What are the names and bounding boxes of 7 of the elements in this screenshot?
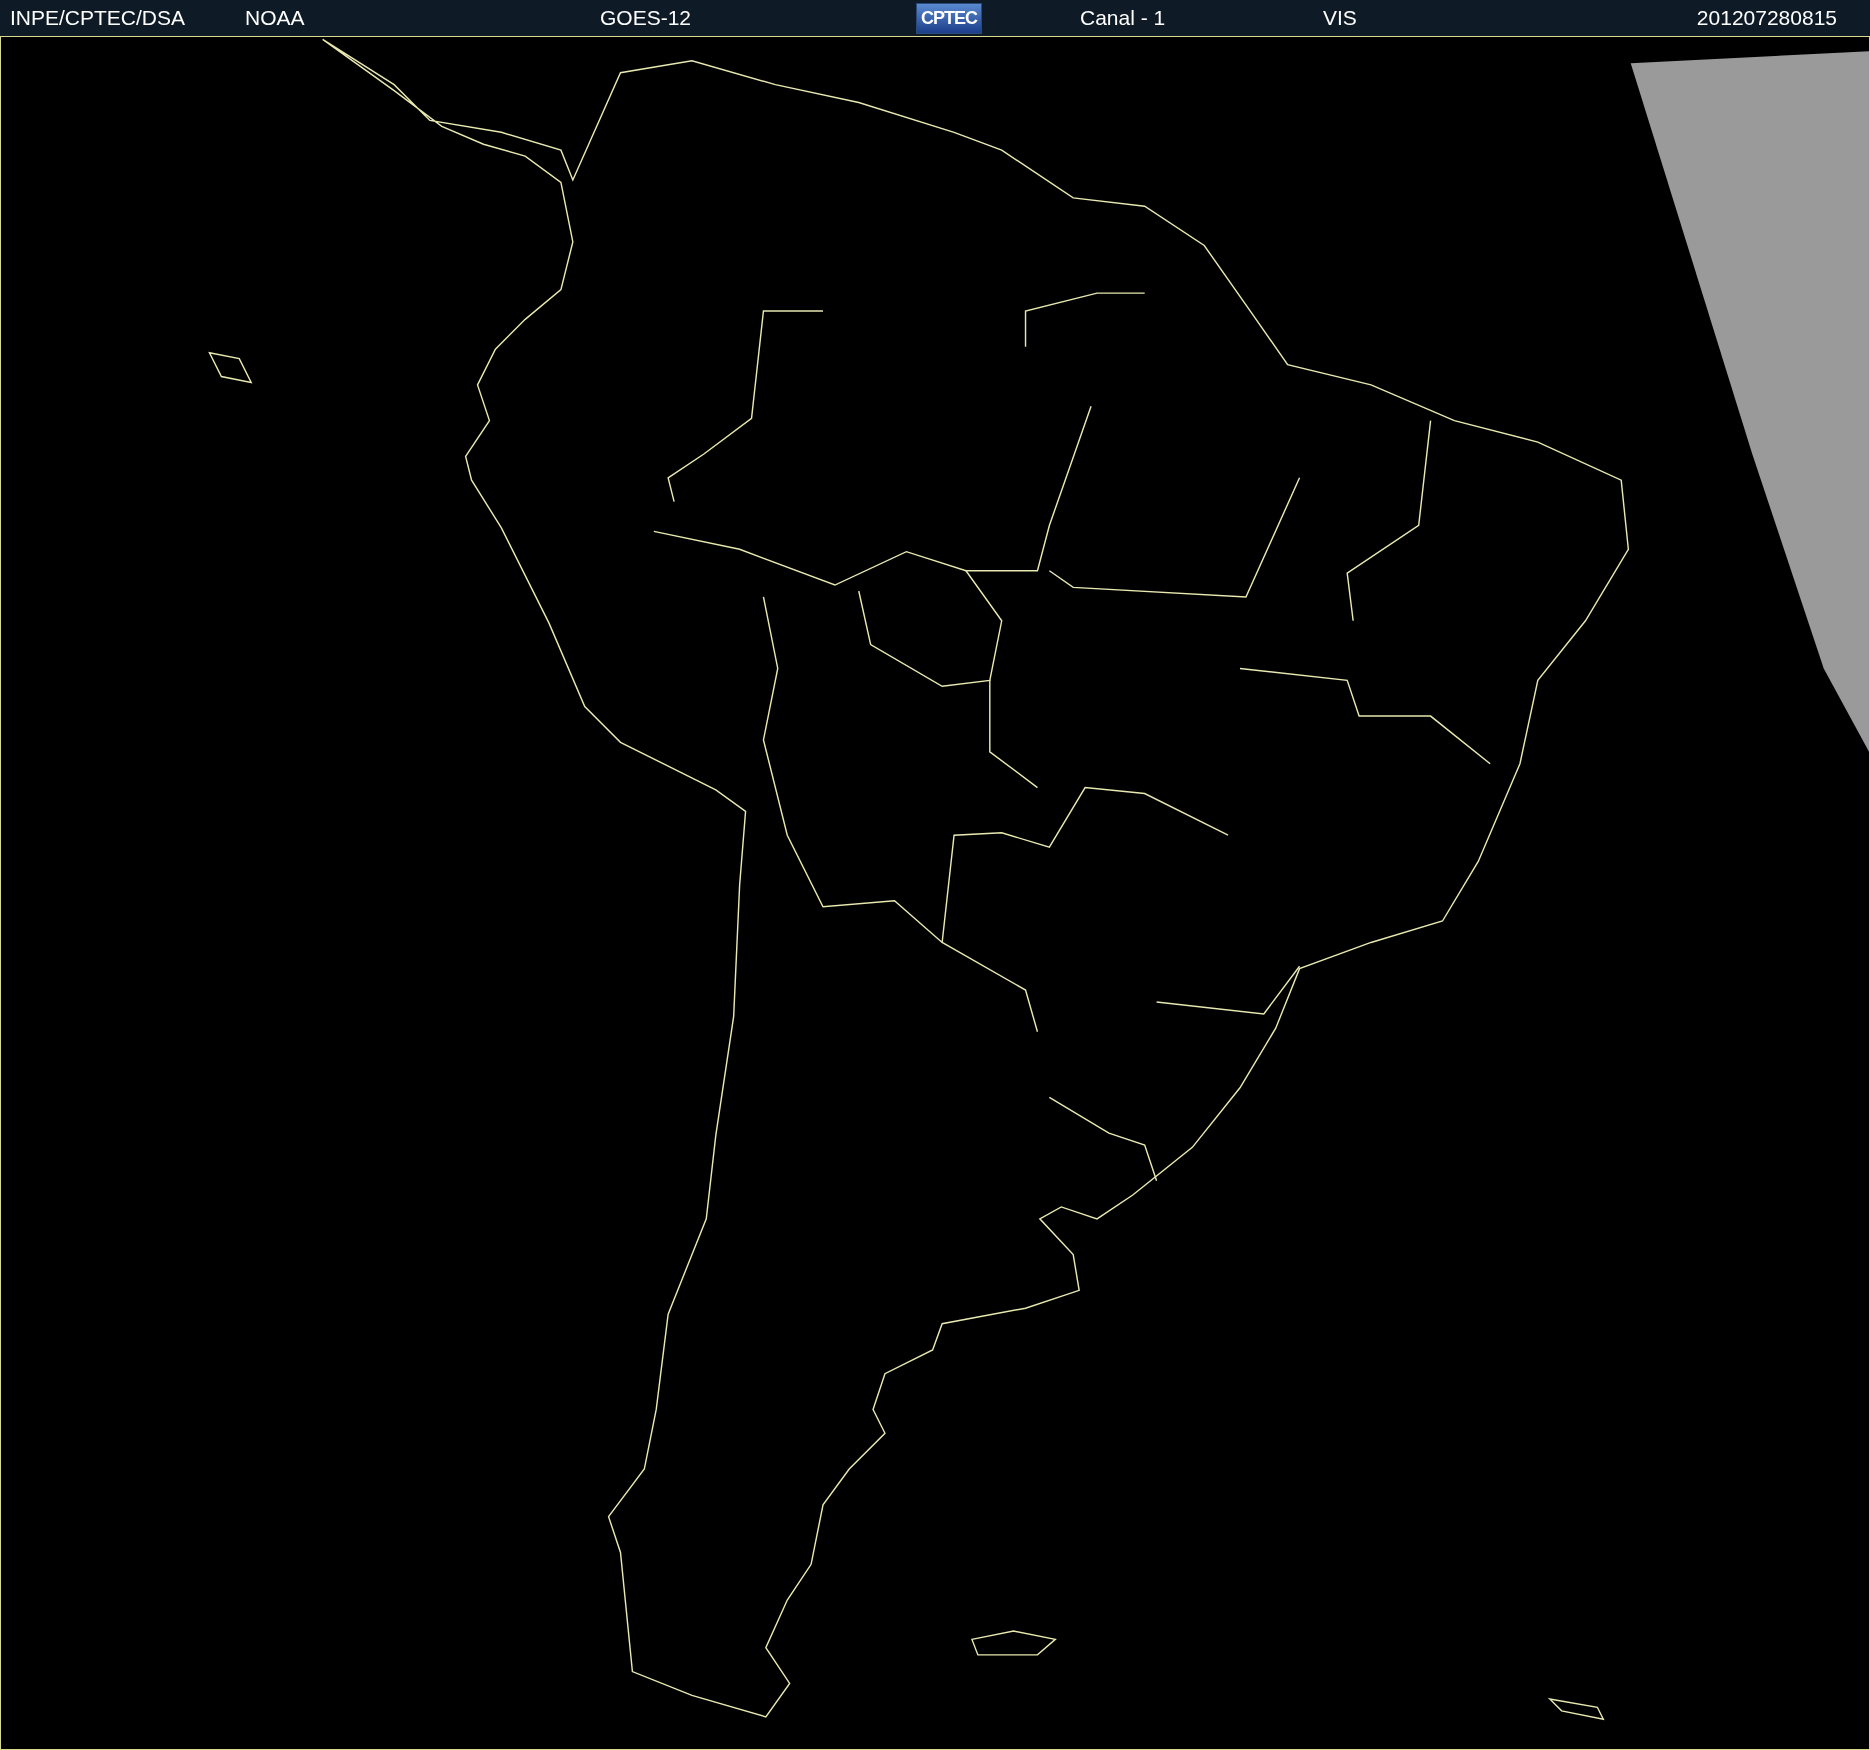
header-label: Canal - 1 — [1080, 6, 1166, 30]
header-label: GOES-12 — [600, 6, 692, 30]
header-label: INPE/CPTEC/DSA — [10, 6, 186, 30]
header-label: VIS — [1323, 6, 1357, 30]
logo-badge: CPTEC — [916, 2, 982, 34]
header-label: NOAA — [245, 6, 305, 30]
header-label: 201207280815 — [1696, 6, 1837, 30]
